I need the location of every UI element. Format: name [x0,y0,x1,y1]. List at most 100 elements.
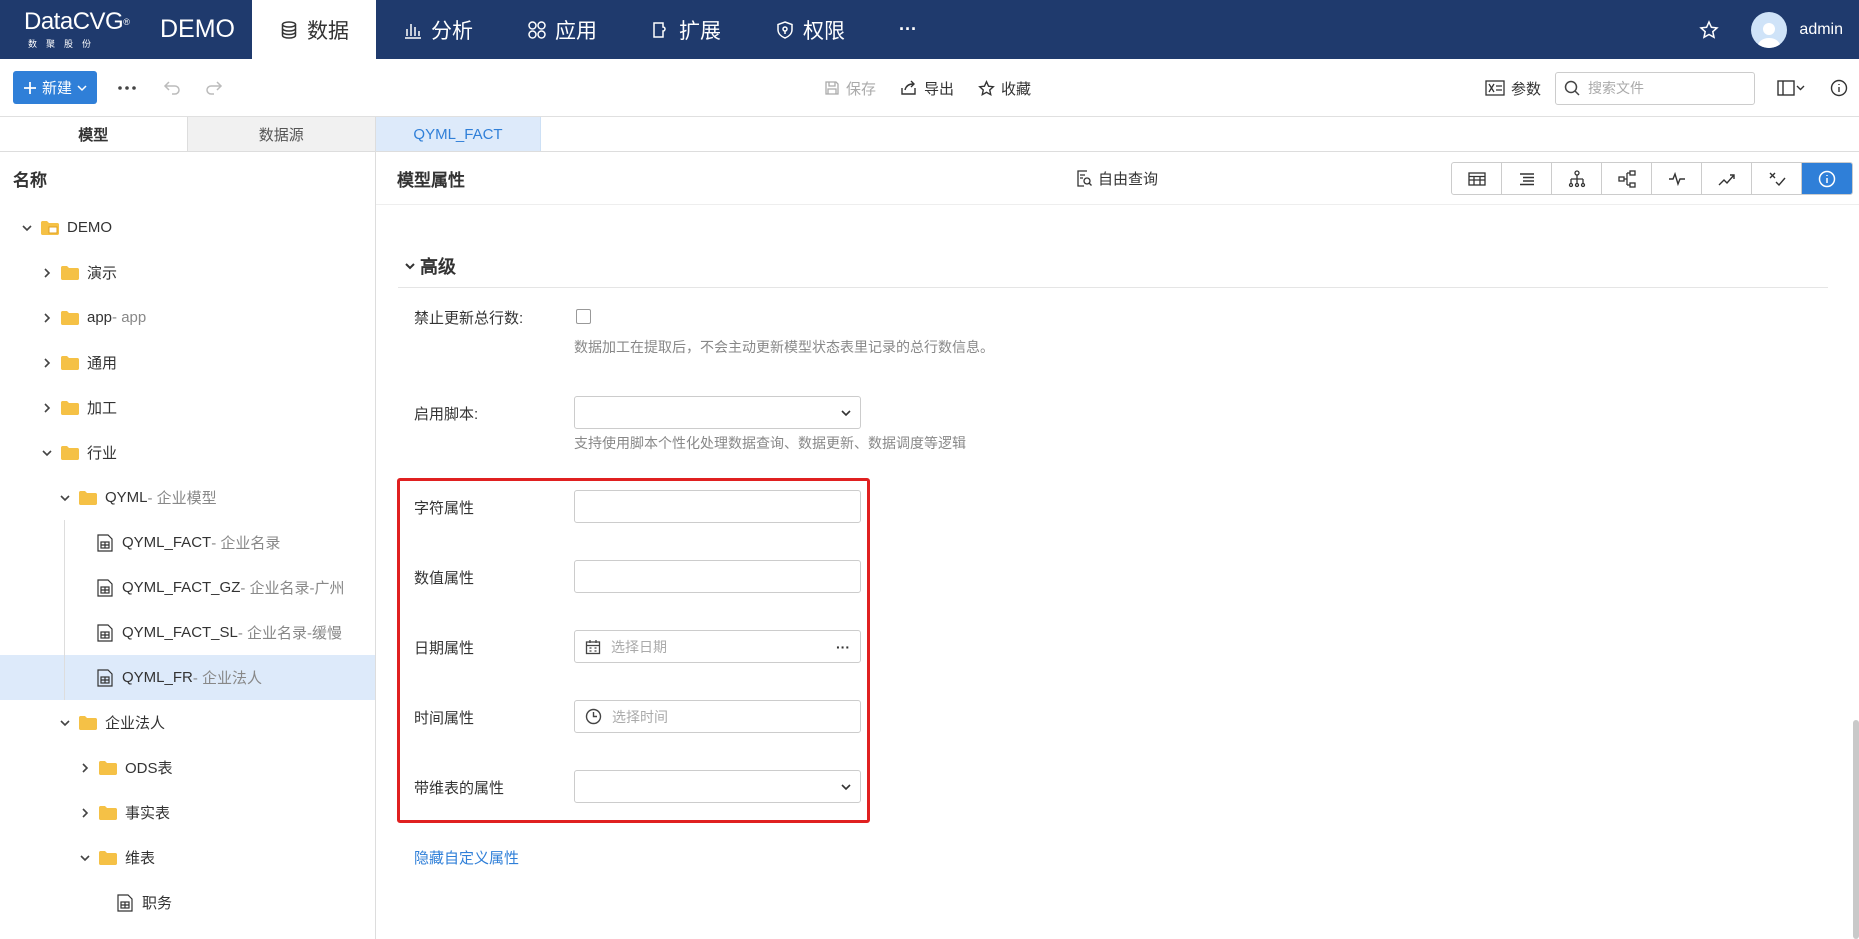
folder-icon [99,760,125,775]
chevron-right-icon[interactable] [76,807,94,819]
tree-item[interactable]: 企业法人 [0,700,375,745]
hide-custom-attrs-link[interactable]: 隐藏自定义属性 [414,847,519,868]
chevron-down-icon[interactable] [56,718,74,728]
chevron-down-icon[interactable] [76,853,94,863]
tree-item[interactable]: QYML_FACT_SL - 企业名录-缓慢 [0,610,375,655]
chevron-right-icon[interactable] [38,267,56,279]
tab-model[interactable]: 模型 [0,117,188,151]
nav-permissions-label: 权限 [803,19,845,43]
properties-view-button[interactable] [1802,163,1852,194]
toolbar-right: 参数 [1485,59,1859,117]
nav-permissions[interactable]: 权限 [748,0,872,59]
tree-item[interactable]: 行业 [0,430,375,475]
chevron-right-icon[interactable] [38,357,56,369]
table-doc-icon [117,893,142,912]
nav-more[interactable]: ··· [872,0,944,59]
monitor-view-button[interactable] [1652,163,1702,194]
tree-item[interactable]: 演示 [0,250,375,295]
string-attr-input[interactable] [574,490,861,523]
chevron-down-icon [841,410,851,417]
params-button[interactable]: 参数 [1485,78,1541,99]
favorites-button[interactable] [1679,19,1739,40]
info-icon [1830,79,1848,97]
tree-item-label: 通用 [87,355,118,372]
script-select[interactable] [574,396,861,429]
tree-item[interactable]: DEMO [0,205,375,250]
logo[interactable]: DataCVG® 数聚股份 [0,0,145,59]
tree-item[interactable]: ODS表 [0,745,375,790]
tree-item[interactable]: 职务 [0,880,375,925]
chevron-down-icon[interactable] [56,493,74,503]
tree-item[interactable]: QYML - 企业模型 [0,475,375,520]
clock-icon [585,708,602,725]
lineage-icon [1568,169,1585,187]
avatar[interactable] [1751,11,1788,48]
section-advanced[interactable]: 高级 [404,253,456,279]
tree-item[interactable]: QYML_FR - 企业法人 [0,655,375,700]
tree-item-label: 行业 [87,445,118,462]
tree-item[interactable]: app - app [0,295,375,340]
tab-qyml-fact[interactable]: QYML_FACT [376,117,541,151]
nav-analysis[interactable]: 分析 [376,0,500,59]
tree-item[interactable]: 事实表 [0,790,375,835]
scrollbar[interactable] [1853,720,1859,939]
info-button[interactable] [1819,72,1859,105]
chevron-right-icon[interactable] [38,402,56,414]
tab-datasource[interactable]: 数据源 [187,117,375,151]
date-attr-placeholder: 选择日期 [611,638,667,655]
script-hint: 支持使用脚本个性化处理数据查询、数据更新、数据调度等逻辑 [574,435,966,451]
time-attr-placeholder: 选择时间 [612,708,668,725]
properties-form: 高级 禁止更新总行数: 数据加工在提取后，不会主动更新模型状态表里记录的总行数信… [376,205,1859,939]
tree-item[interactable]: QYML_FACT_GZ - 企业名录-广州 [0,565,375,610]
nav-data[interactable]: 数据 [252,0,376,59]
nav-extension[interactable]: 扩展 [624,0,748,59]
lineage-view-button[interactable] [1552,163,1602,194]
relation-view-button[interactable] [1602,163,1652,194]
tree-item-desc: - 企业名录-缓慢 [237,625,343,642]
chevron-down-icon [405,263,415,270]
more-actions-button[interactable] [105,71,149,104]
tree-item[interactable]: QYML_FACT - 企业名录 [0,520,375,565]
save-button[interactable]: 保存 [824,78,876,99]
disable-update-label: 禁止更新总行数: [414,310,524,327]
tree-item[interactable]: 维表 [0,835,375,880]
export-button[interactable]: 导出 [900,78,954,99]
tree-item-label: 事实表 [125,805,171,822]
dim-attr-select[interactable] [574,770,861,803]
check-view-button[interactable] [1752,163,1802,194]
document-tabs: QYML_FACT [376,117,1859,152]
free-query-button[interactable]: 自由查询 [1076,168,1158,189]
model-header: 模型属性 自由查询 [376,152,1859,205]
nav-apps-label: 应用 [555,19,597,43]
trend-view-button[interactable] [1702,163,1752,194]
date-more-icon[interactable]: ··· [836,639,850,655]
user-name[interactable]: admin [1787,21,1859,39]
chevron-down-icon[interactable] [18,223,36,233]
table-view-button[interactable] [1452,163,1502,194]
favorite-label: 收藏 [1001,80,1032,98]
list-view-button[interactable] [1502,163,1552,194]
date-attr-input[interactable]: 选择日期 ··· [574,630,861,663]
chevron-right-icon[interactable] [76,762,94,774]
tree-item[interactable]: 加工 [0,385,375,430]
calendar-icon [585,639,601,654]
tree-item[interactable]: 通用 [0,340,375,385]
nav-apps[interactable]: 应用 [500,0,624,59]
chevron-down-icon[interactable] [38,448,56,458]
chevron-right-icon[interactable] [38,312,56,324]
folder-icon [61,445,87,460]
undo-button[interactable] [149,71,193,104]
user-icon [1757,22,1782,48]
disable-update-checkbox[interactable] [576,309,591,324]
redo-button[interactable] [193,71,237,104]
number-attr-input[interactable] [574,560,861,593]
new-button[interactable]: 新建 [13,71,98,104]
folder-icon [61,355,87,370]
logo-mark: ® [123,16,130,27]
layout-toggle-button[interactable] [1763,72,1819,105]
search-input[interactable] [1588,80,1738,96]
time-attr-input[interactable]: 选择时间 [574,700,861,733]
toolbar: 新建 保存 导出 收藏 参数 [0,59,1859,117]
favorite-button[interactable]: 收藏 [978,78,1031,99]
app-name: DEMO [160,15,235,43]
